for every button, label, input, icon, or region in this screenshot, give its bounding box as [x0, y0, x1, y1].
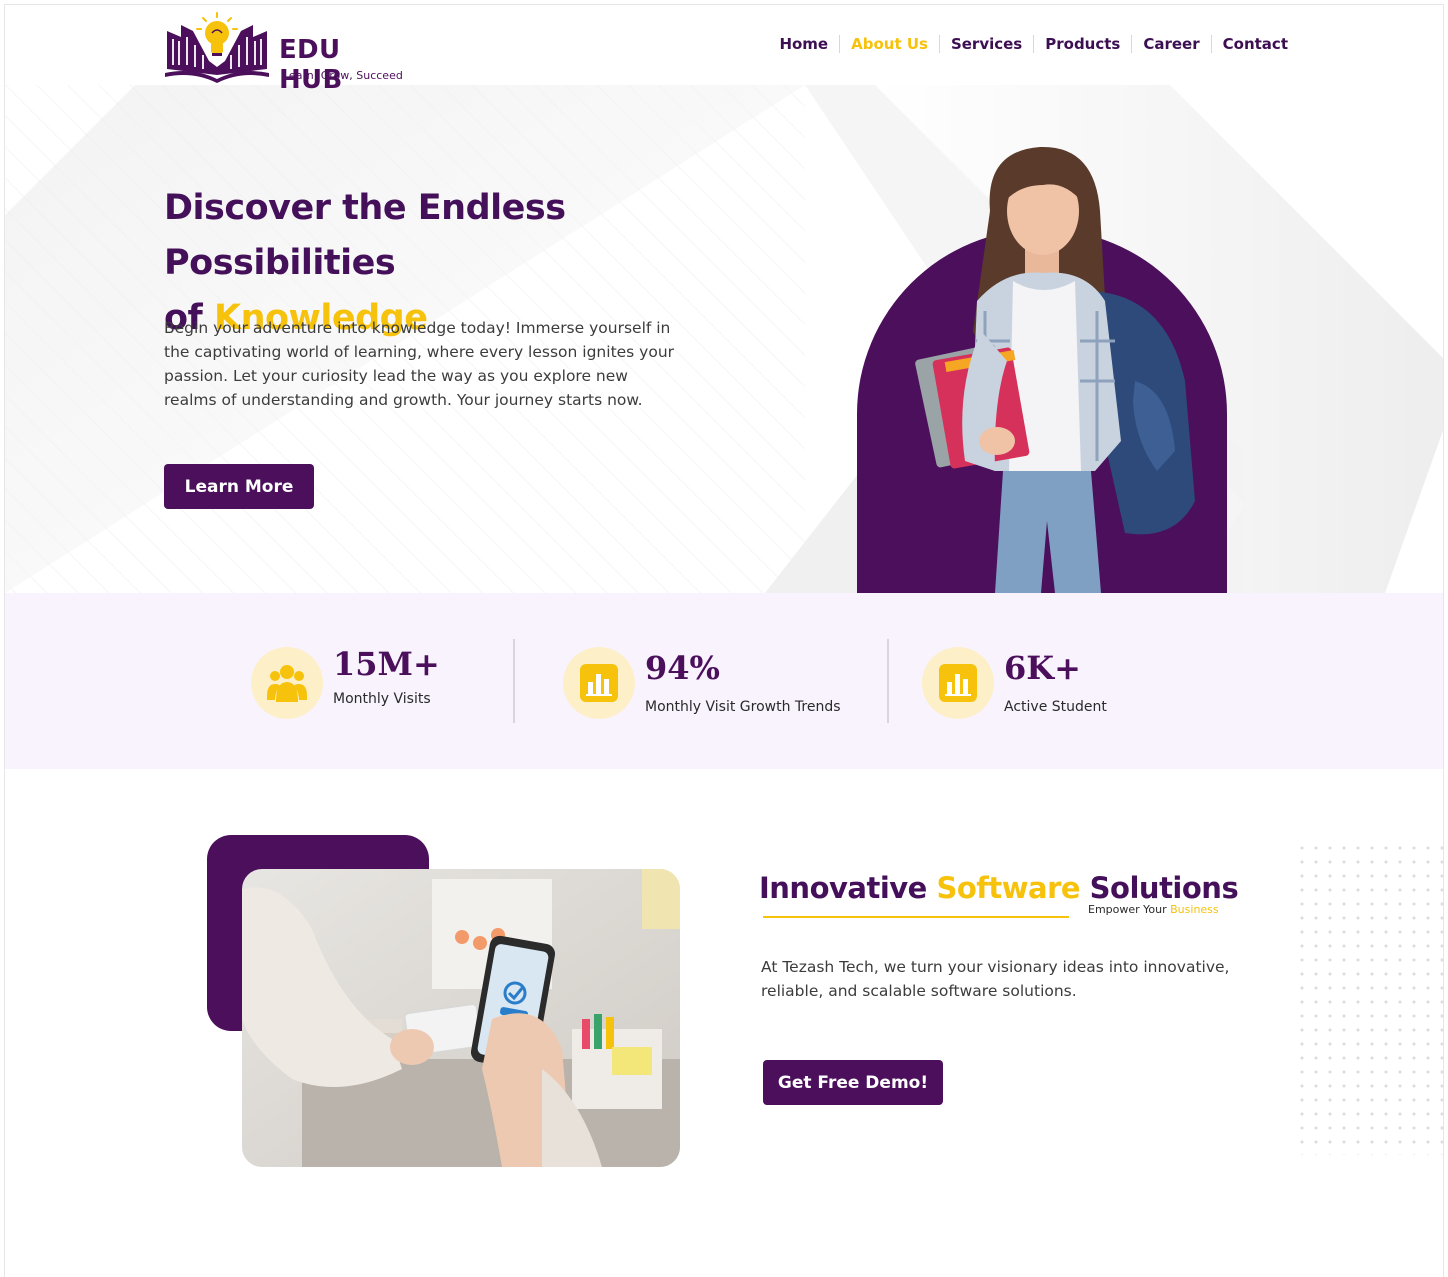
- stat-value: 94%: [645, 649, 720, 687]
- bar-chart-icon: [563, 647, 635, 719]
- nav-item-about-us[interactable]: About Us: [839, 35, 939, 53]
- payment-phone-photo: [242, 869, 680, 1167]
- solutions-subtitle: Empower Your Business: [1088, 903, 1219, 916]
- stat-value: 15M+: [333, 645, 440, 683]
- stat-label: Monthly Visits: [333, 691, 431, 707]
- solutions-title-part2: Solutions: [1080, 871, 1239, 905]
- stat-divider: [887, 639, 889, 723]
- solutions-subtitle-highlight: Business: [1170, 903, 1219, 916]
- book-lightbulb-logo-icon: [165, 12, 269, 83]
- page: EDU HUB Learn, Grow, Succeed Home About …: [4, 4, 1444, 1277]
- hero-title-line1: Discover the Endless Possibilities: [164, 188, 566, 283]
- stat-label: Monthly Visit Growth Trends: [645, 699, 841, 715]
- brand-tagline: Learn, Grow, Succeed: [283, 69, 403, 82]
- solutions-subtitle-prefix: Empower Your: [1088, 903, 1171, 916]
- decorative-dot-grid: [1295, 841, 1443, 1155]
- bar-chart-icon: [922, 647, 994, 719]
- stat-value: 6K+: [1004, 649, 1081, 687]
- main-nav: Home About Us Services Products Career C…: [768, 35, 1299, 53]
- logo[interactable]: EDU HUB Learn, Grow, Succeed: [163, 11, 413, 95]
- get-free-demo-button[interactable]: Get Free Demo!: [763, 1060, 943, 1105]
- nav-item-home[interactable]: Home: [768, 35, 839, 53]
- stat-label: Active Student: [1004, 699, 1107, 715]
- stat-divider: [513, 639, 515, 723]
- nav-item-career[interactable]: Career: [1131, 35, 1210, 53]
- nav-item-products[interactable]: Products: [1033, 35, 1131, 53]
- brand-name: EDU HUB: [279, 35, 343, 95]
- student-photo: [915, 146, 1195, 593]
- site-header: EDU HUB Learn, Grow, Succeed Home About …: [5, 5, 1443, 95]
- learn-more-button[interactable]: Learn More: [164, 464, 314, 509]
- nav-item-contact[interactable]: Contact: [1210, 35, 1299, 53]
- solutions-description: At Tezash Tech, we turn your visionary i…: [761, 958, 1230, 1000]
- hero-section: Discover the Endless Possibilities of Kn…: [5, 85, 1443, 593]
- stats-bar: 15M+ Monthly Visits 94% Monthly Visit Gr…: [5, 593, 1443, 769]
- solutions-title-part1: Innovative: [759, 871, 937, 905]
- solutions-title: Innovative Software Solutions: [759, 871, 1239, 905]
- hero-description: Begin your adventure into knowledge toda…: [164, 319, 675, 409]
- users-icon: [251, 647, 323, 719]
- nav-item-services[interactable]: Services: [938, 35, 1033, 53]
- solutions-title-highlight: Software: [936, 871, 1081, 905]
- solutions-title-underline: [763, 916, 1069, 918]
